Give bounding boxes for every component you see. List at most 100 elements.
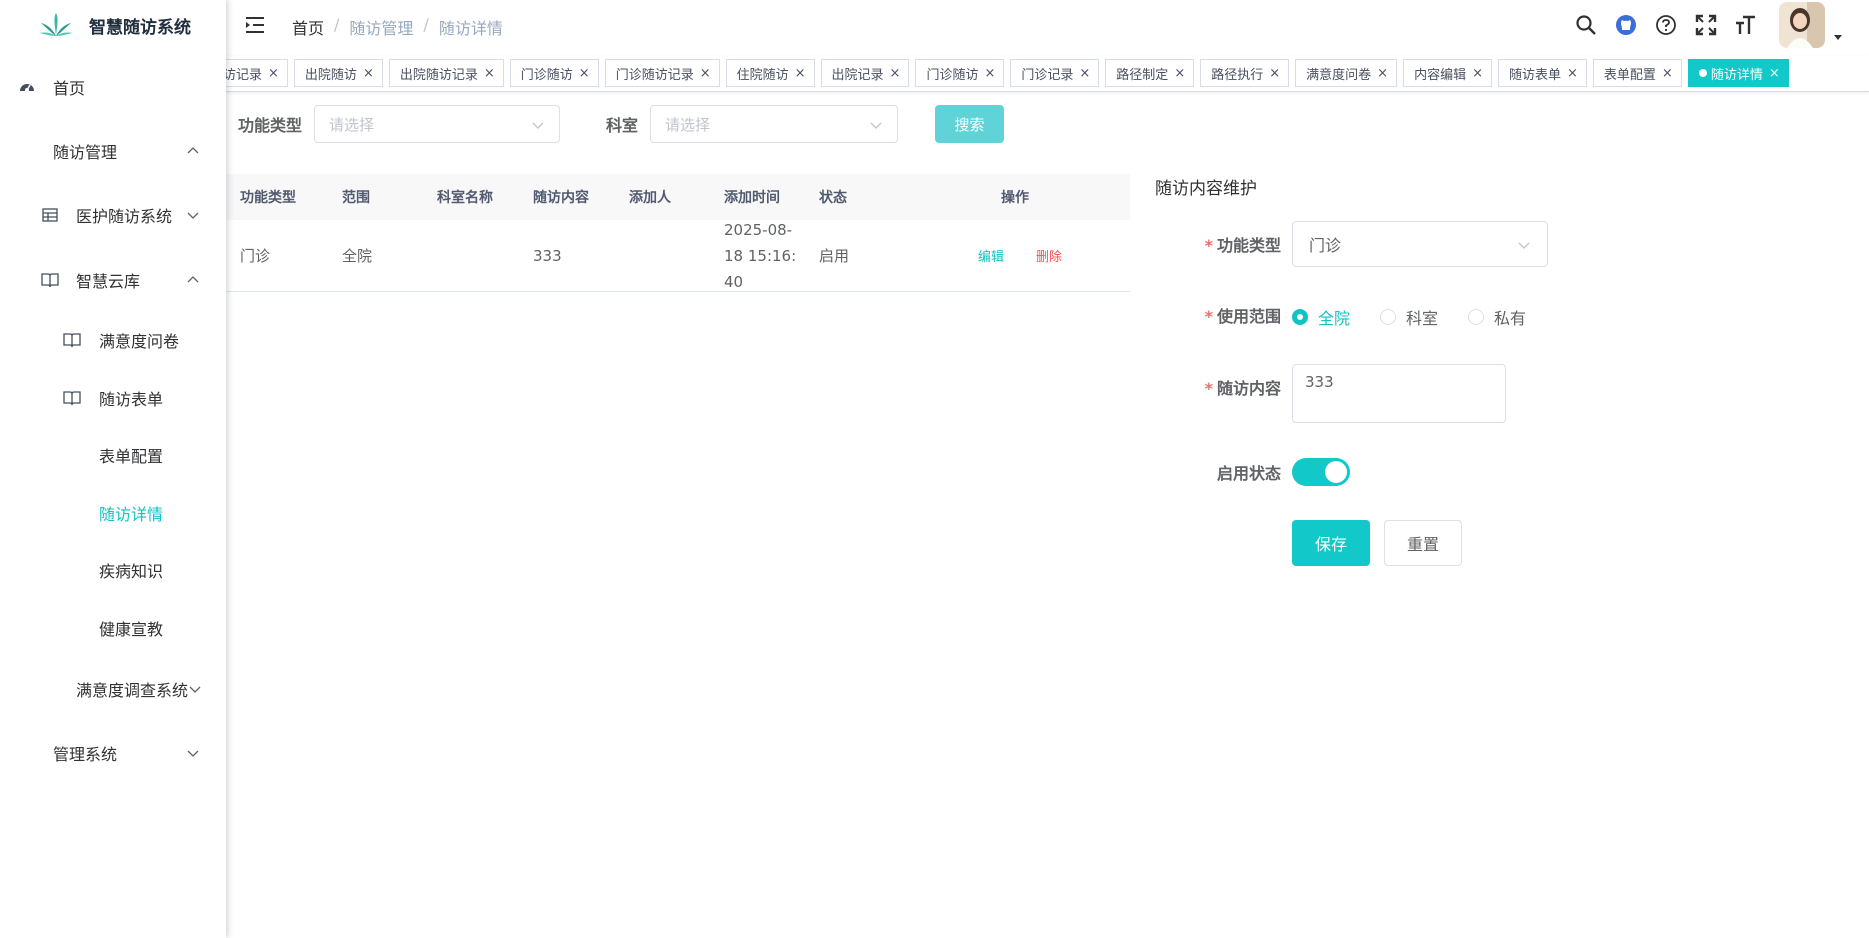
sidebar-item-form-config[interactable]: 表单配置 <box>0 427 226 483</box>
breadcrumb-home[interactable]: 首页 <box>292 15 324 39</box>
close-icon[interactable]: × <box>579 66 590 81</box>
search-button[interactable]: 搜索 <box>935 105 1005 143</box>
sidebar-item-satisfaction-survey[interactable]: 满意度问卷 <box>0 312 226 368</box>
tag-item[interactable]: 随访表单 × <box>1497 59 1587 87</box>
close-icon[interactable]: × <box>1567 66 1578 81</box>
sidebar-item-followup-detail[interactable]: 随访详情 <box>0 485 226 541</box>
close-icon[interactable]: × <box>484 66 495 81</box>
tags-view-bar: 访记录 × 出院随访 × 出院随访记录 × 门诊随访 × 门诊随访记录 × 住院随访 × 出… <box>226 56 1869 92</box>
close-icon[interactable]: × <box>1269 66 1280 81</box>
tag-item[interactable]: 满意度问卷 × <box>1295 59 1398 87</box>
tag-item[interactable]: 表单配置 × <box>1592 59 1682 87</box>
tag-label: 满意度问卷 <box>1306 67 1372 83</box>
sidebar-item-cloud-library[interactable]: 智慧云库 <box>0 252 226 308</box>
department-select[interactable]: 请选择 <box>650 105 899 143</box>
cell-content: 333 <box>533 246 562 265</box>
search-icon[interactable] <box>1575 14 1597 36</box>
sidebar-item-followup-form[interactable]: 随访表单 <box>0 370 226 426</box>
time-line: 40 <box>724 272 744 291</box>
tag-label: 门诊随访记录 <box>615 67 694 83</box>
tag-label: 表单配置 <box>1603 67 1656 83</box>
close-icon[interactable]: × <box>1174 66 1185 81</box>
tag-item[interactable]: 路径执行 × <box>1200 59 1290 87</box>
select-value: 门诊 <box>1309 236 1342 255</box>
tag-label: 路径制定 <box>1116 67 1169 83</box>
sidebar-item-health-education[interactable]: 健康宣教 <box>0 600 226 656</box>
tag-item[interactable]: 门诊随访记录 × <box>604 59 720 87</box>
function-type-select[interactable]: 请选择 <box>314 105 561 143</box>
close-icon[interactable]: × <box>363 66 374 81</box>
tag-item[interactable]: 内容编辑 × <box>1403 59 1492 87</box>
radio-unchecked-icon <box>1380 309 1397 325</box>
status-toggle[interactable] <box>1292 458 1350 486</box>
cell-scope: 全院 <box>342 247 373 265</box>
toggle-knob <box>1325 461 1347 483</box>
radio-unchecked-icon <box>1468 309 1485 325</box>
chevron-down-icon <box>532 122 544 129</box>
sidebar-item-home[interactable]: 首页 <box>0 59 226 115</box>
column-header: 功能类型 <box>240 190 296 206</box>
caret-down-icon[interactable] <box>1833 32 1843 42</box>
chevron-up-icon <box>187 276 199 283</box>
tag-item[interactable]: 门诊记录 × <box>1010 59 1100 87</box>
help-icon[interactable] <box>1655 14 1677 36</box>
tag-item[interactable]: 出院随访记录 × <box>388 59 504 87</box>
close-icon[interactable]: × <box>1472 66 1483 81</box>
scope-radio-hospital[interactable]: 全院 <box>1292 305 1350 329</box>
form-title: 随访内容维护 <box>1155 179 1257 199</box>
column-header: 操作 <box>1001 190 1029 206</box>
tag-item[interactable]: 出院记录 × <box>820 59 910 87</box>
sidebar-item-satisfaction-system[interactable]: 满意度调查系统 <box>0 661 226 717</box>
reset-button[interactable]: 重置 <box>1384 520 1462 566</box>
close-icon[interactable]: × <box>700 66 711 81</box>
form-function-type-select[interactable]: 门诊 <box>1292 221 1548 267</box>
tag-item-active[interactable]: 随访详情 × <box>1687 59 1789 87</box>
font-size-icon[interactable] <box>1735 14 1757 36</box>
close-icon[interactable]: × <box>1079 66 1090 81</box>
edit-link[interactable]: 编辑 <box>978 246 1004 265</box>
sidebar-item-followup-mgmt[interactable]: 随访管理 <box>0 123 226 179</box>
delete-link[interactable]: 删除 <box>1036 246 1062 265</box>
tag-item[interactable]: 门诊随访 × <box>509 59 599 87</box>
scope-radio-private[interactable]: 私有 <box>1468 305 1526 329</box>
search-form: 功能类型 请选择 科室 请选择 搜索 <box>238 105 1005 143</box>
close-icon[interactable]: × <box>890 66 901 81</box>
sidebar-item-admin-system[interactable]: 管理系统 <box>0 725 226 781</box>
sidebar: 智慧随访系统 首页 随访管理 医护随访系统 智慧云库 满意度问卷 随访表单 表单… <box>0 0 226 938</box>
breadcrumb-followup-detail: 随访详情 <box>438 19 503 38</box>
sidebar-item-disease-knowledge[interactable]: 疾病知识 <box>0 542 226 598</box>
tag-item[interactable]: 访记录 × <box>226 59 288 87</box>
column-header: 添加时间 <box>724 190 780 206</box>
close-icon[interactable]: × <box>984 66 995 81</box>
save-button[interactable]: 保存 <box>1292 520 1370 566</box>
sidebar-item-label: 疾病知识 <box>99 562 164 581</box>
column-header: 科室名称 <box>437 190 493 206</box>
tag-item[interactable]: 门诊随访 × <box>915 59 1005 87</box>
required-mark: * <box>1204 236 1213 255</box>
sidebar-item-label: 首页 <box>53 79 86 98</box>
chevron-down-icon <box>187 750 199 757</box>
tag-label: 门诊记录 <box>1021 67 1074 83</box>
close-icon[interactable]: × <box>795 66 806 81</box>
tag-item[interactable]: 路径制定 × <box>1105 59 1195 87</box>
breadcrumb-separator: / <box>334 15 340 34</box>
close-icon[interactable]: × <box>1662 66 1673 81</box>
followup-table: 功能类型 范围 科室名称 随访内容 添加人 添加时间 状态 操作 门诊 全院 3… <box>226 174 1130 292</box>
scope-radio-department[interactable]: 科室 <box>1380 305 1438 329</box>
sidebar-item-medical-followup[interactable]: 医护随访系统 <box>0 187 226 243</box>
chevron-up-icon <box>187 147 199 154</box>
content-textarea[interactable]: 333 <box>1292 364 1506 423</box>
tag-label: 住院随访 <box>736 67 789 83</box>
close-icon[interactable]: × <box>268 66 279 81</box>
tag-item[interactable]: 出院随访 × <box>293 59 383 87</box>
fullscreen-icon[interactable] <box>1695 14 1717 36</box>
form-label-status: 启用状态 <box>1153 460 1281 484</box>
breadcrumb-separator: / <box>423 15 429 34</box>
close-icon[interactable]: × <box>1377 66 1388 81</box>
menu-fold-icon[interactable] <box>244 14 266 36</box>
close-icon[interactable]: × <box>1769 66 1780 81</box>
github-icon[interactable] <box>1615 14 1637 36</box>
required-mark: * <box>1204 379 1213 398</box>
avatar[interactable] <box>1779 2 1825 48</box>
tag-item[interactable]: 住院随访 × <box>725 59 815 87</box>
